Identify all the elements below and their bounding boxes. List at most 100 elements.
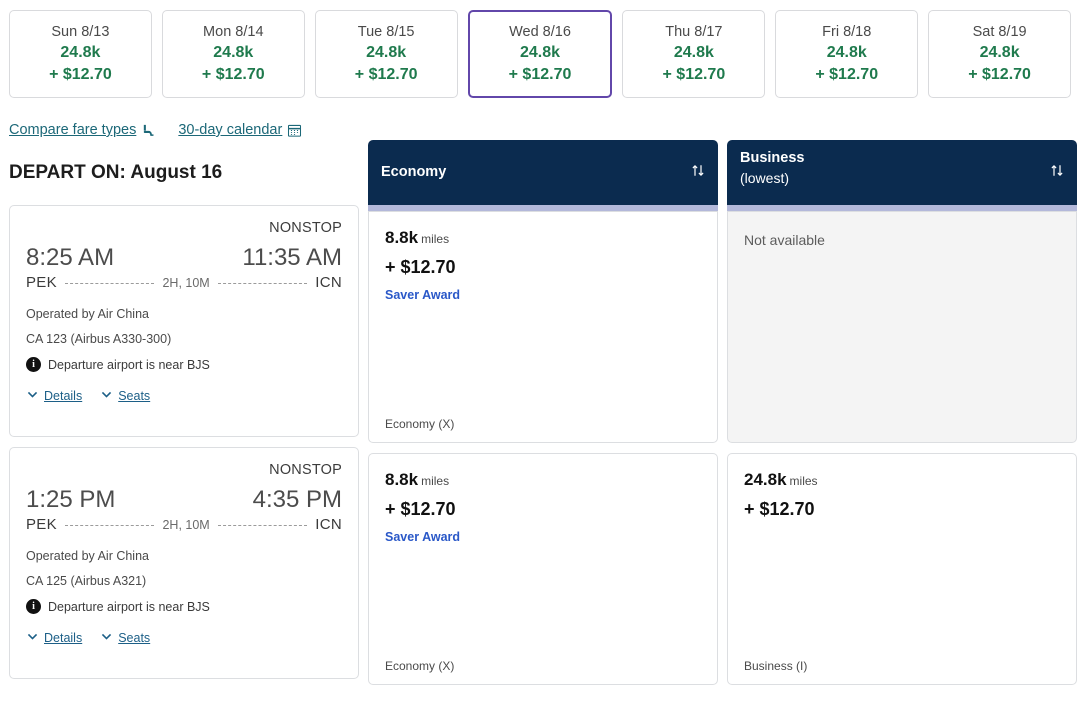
route-dash-right	[218, 525, 308, 526]
destination-airport: ICN	[315, 516, 342, 533]
date-card-miles: 24.8k	[366, 43, 406, 63]
date-card-miles: 24.8k	[674, 43, 714, 63]
depart-on-heading-label: DEPART ON: August 16	[9, 162, 222, 184]
seats-label: Seats	[118, 631, 150, 645]
fare-column-business: Business (lowest) Not available 24.8kmil…	[727, 140, 1077, 685]
fare-award-tag: Saver Award	[385, 530, 701, 544]
details-label: Details	[44, 389, 82, 403]
economy-fare-cells: 8.8kmiles + $12.70 Saver Award Economy (…	[368, 211, 718, 685]
details-toggle[interactable]: Details	[26, 630, 82, 646]
airline-seat-icon	[141, 123, 156, 138]
date-strip: Sun 8/13 24.8k + $12.70 Mon 8/14 24.8k +…	[0, 0, 1080, 98]
date-card-4[interactable]: Thu 8/17 24.8k + $12.70	[622, 10, 765, 98]
route-dash-left	[65, 525, 155, 526]
date-card-price: + $12.70	[355, 65, 418, 85]
fare-miles-unit: miles	[421, 474, 449, 488]
chevron-down-icon	[100, 630, 113, 646]
seats-label: Seats	[118, 389, 150, 403]
fare-miles: 8.8kmiles	[385, 470, 701, 490]
operated-by: Operated by Air China	[26, 307, 342, 321]
economy-column-title: Economy	[381, 163, 446, 183]
flight-duration: 2H, 10M	[162, 276, 209, 290]
flight-card-actions: Details Seats	[26, 388, 342, 404]
fare-award-tag: Saver Award	[385, 288, 701, 302]
airport-note-text: Departure airport is near BJS	[48, 358, 210, 372]
fare-miles: 24.8kmiles	[744, 470, 1060, 490]
origin-airport: PEK	[26, 274, 57, 291]
seats-toggle[interactable]: Seats	[100, 388, 150, 404]
utility-links-row: Compare fare types 30-day calendar	[0, 98, 1080, 140]
fare-miles-unit: miles	[790, 474, 818, 488]
date-card-6[interactable]: Sat 8/19 24.8k + $12.70	[928, 10, 1071, 98]
fare-cell-business[interactable]: 24.8kmiles + $12.70 Business (I)	[727, 453, 1077, 685]
fare-cell-economy[interactable]: 8.8kmiles + $12.70 Saver Award Economy (…	[368, 211, 718, 443]
compare-fare-types-link[interactable]: Compare fare types	[9, 122, 156, 138]
business-fare-cells: Not available 24.8kmiles + $12.70 Busine…	[727, 211, 1077, 685]
thirty-day-calendar-label: 30-day calendar	[178, 122, 282, 138]
origin-airport: PEK	[26, 516, 57, 533]
destination-airport: ICN	[315, 274, 342, 291]
fare-unavailable-text: Not available	[744, 228, 1060, 248]
stops-label: NONSTOP	[26, 220, 342, 236]
date-card-day: Mon 8/14	[203, 23, 263, 41]
date-card-day: Fri 8/18	[822, 23, 871, 41]
fare-miles-value: 8.8k	[385, 228, 418, 247]
date-card-miles: 24.8k	[213, 43, 253, 63]
economy-column-header[interactable]: Economy	[368, 140, 718, 205]
airport-note: i Departure airport is near BJS	[26, 357, 342, 372]
business-column-title: Business	[740, 149, 804, 169]
fare-miles: 8.8kmiles	[385, 228, 701, 248]
date-card-2[interactable]: Tue 8/15 24.8k + $12.70	[315, 10, 458, 98]
airport-note: i Departure airport is near BJS	[26, 599, 342, 614]
date-card-5[interactable]: Fri 8/18 24.8k + $12.70	[775, 10, 918, 98]
fare-cell-economy[interactable]: 8.8kmiles + $12.70 Saver Award Economy (…	[368, 453, 718, 685]
results-grid: DEPART ON: August 16 NONSTOP 8:25 AM 11:…	[0, 140, 1080, 685]
depart-time: 1:25 PM	[26, 486, 115, 514]
date-card-price: + $12.70	[663, 65, 726, 85]
flight-card[interactable]: NONSTOP 8:25 AM 11:35 AM PEK 2H, 10M ICN…	[9, 205, 359, 437]
chevron-down-icon	[26, 630, 39, 646]
date-card-1[interactable]: Mon 8/14 24.8k + $12.70	[162, 10, 305, 98]
flight-rows: NONSTOP 8:25 AM 11:35 AM PEK 2H, 10M ICN…	[9, 205, 359, 679]
stops-label: NONSTOP	[26, 462, 342, 478]
sort-updown-icon[interactable]	[1049, 163, 1065, 184]
fare-column-economy: Economy 8.8kmiles + $12.70 Saver Award E…	[368, 140, 718, 685]
fare-price: + $12.70	[385, 499, 701, 520]
sort-updown-icon[interactable]	[690, 162, 706, 183]
date-card-price: + $12.70	[202, 65, 265, 85]
chevron-down-icon	[26, 388, 39, 404]
flight-times: 8:25 AM 11:35 AM	[26, 244, 342, 272]
date-card-day: Sun 8/13	[51, 23, 109, 41]
depart-on-heading: DEPART ON: August 16	[9, 140, 359, 205]
fare-miles-value: 24.8k	[744, 470, 787, 489]
flight-card[interactable]: NONSTOP 1:25 PM 4:35 PM PEK 2H, 10M ICN …	[9, 447, 359, 679]
details-label: Details	[44, 631, 82, 645]
date-card-miles: 24.8k	[827, 43, 867, 63]
date-card-day: Thu 8/17	[665, 23, 722, 41]
date-card-day: Sat 8/19	[973, 23, 1027, 41]
flight-card-actions: Details Seats	[26, 630, 342, 646]
seats-toggle[interactable]: Seats	[100, 630, 150, 646]
flight-duration: 2H, 10M	[162, 518, 209, 532]
flight-number-aircraft: CA 125 (Airbus A321)	[26, 574, 342, 588]
date-card-price: + $12.70	[815, 65, 878, 85]
details-toggle[interactable]: Details	[26, 388, 82, 404]
fare-miles-unit: miles	[421, 232, 449, 246]
date-card-price: + $12.70	[509, 65, 572, 85]
date-card-price: + $12.70	[968, 65, 1031, 85]
route-dash-right	[218, 283, 308, 284]
flight-number-aircraft: CA 123 (Airbus A330-300)	[26, 332, 342, 346]
flight-route: PEK 2H, 10M ICN	[26, 274, 342, 291]
airport-note-text: Departure airport is near BJS	[48, 600, 210, 614]
date-card-0[interactable]: Sun 8/13 24.8k + $12.70	[9, 10, 152, 98]
info-icon: i	[26, 599, 41, 614]
business-column-header[interactable]: Business (lowest)	[727, 140, 1077, 205]
fare-miles-value: 8.8k	[385, 470, 418, 489]
operated-by: Operated by Air China	[26, 549, 342, 563]
arrive-time: 4:35 PM	[253, 486, 342, 514]
thirty-day-calendar-link[interactable]: 30-day calendar	[178, 122, 302, 138]
date-card-miles: 24.8k	[980, 43, 1020, 63]
date-card-3-selected[interactable]: Wed 8/16 24.8k + $12.70	[468, 10, 613, 98]
chevron-down-icon	[100, 388, 113, 404]
date-card-price: + $12.70	[49, 65, 112, 85]
